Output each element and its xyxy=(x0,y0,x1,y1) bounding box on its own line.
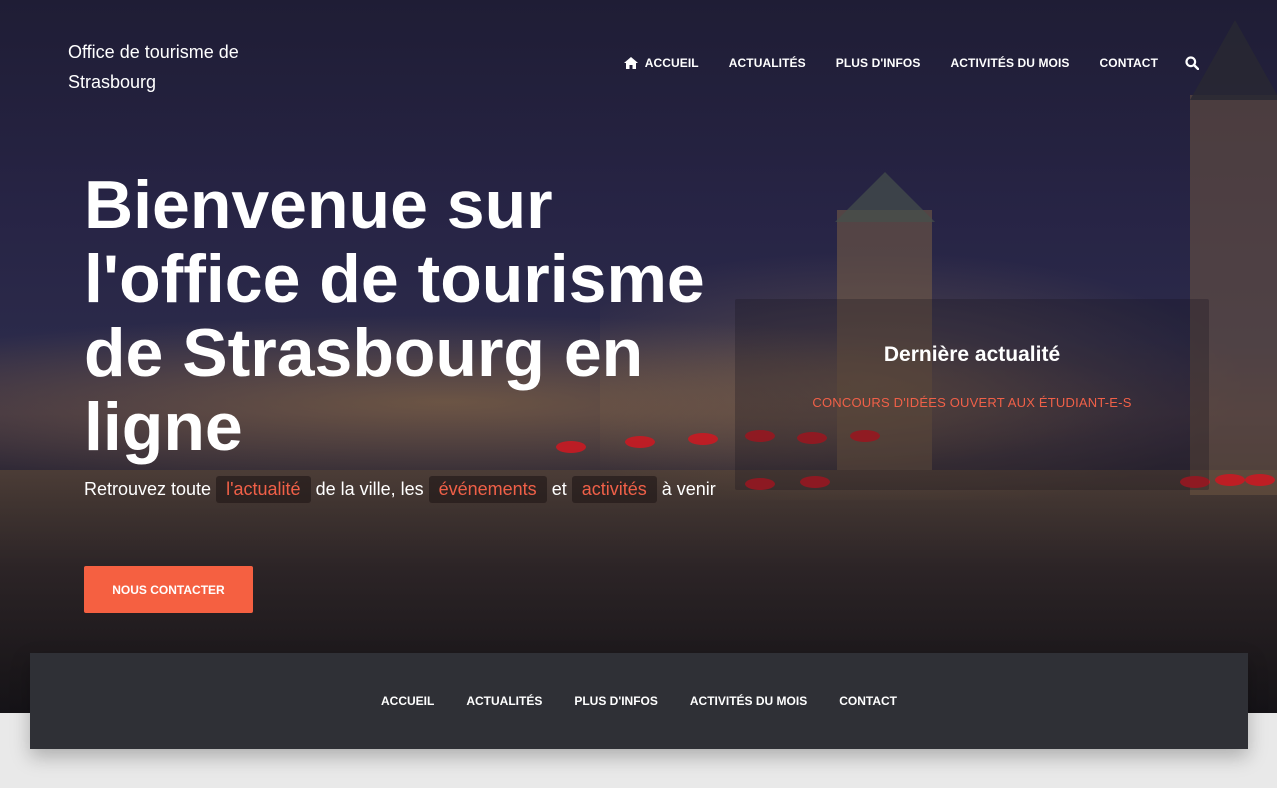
tagline-text: Retrouvez toute xyxy=(84,479,212,499)
main-nav: ACCUEIL ACTUALITÉS PLUS D'INFOS ACTIVITÉ… xyxy=(623,56,1199,70)
nav-item-label: PLUS D'INFOS xyxy=(835,56,921,70)
footer-nav-actualites[interactable]: ACTUALITÉS xyxy=(466,694,542,708)
nav-item-plus-infos[interactable]: PLUS D'INFOS xyxy=(836,56,921,70)
latest-news-panel: Dernière actualité CONCOURS D'IDÉES OUVE… xyxy=(735,299,1209,490)
footer-nav-activites[interactable]: ACTIVITÉS DU MOIS xyxy=(690,694,807,708)
contact-button[interactable]: NOUS CONTACTER xyxy=(84,566,253,613)
nav-item-label: CONTACT xyxy=(1099,56,1158,70)
nav-item-label: ACCUEIL xyxy=(644,56,699,70)
latest-news-title: Dernière actualité xyxy=(883,343,1061,366)
footer-nav-plus-infos[interactable]: PLUS D'INFOS xyxy=(574,694,658,708)
search-icon[interactable] xyxy=(1185,56,1199,70)
lantern-light xyxy=(1245,474,1275,486)
footer-nav: ACCUEIL ACTUALITÉS PLUS D'INFOS ACTIVITÉ… xyxy=(30,653,1248,749)
tagline-text: de la ville, les xyxy=(315,479,424,499)
nav-item-accueil[interactable]: ACCUEIL xyxy=(623,56,699,70)
footer-nav-contact[interactable]: CONTACT xyxy=(839,694,897,708)
hero-headline: Bienvenue sur l'office de tourisme de St… xyxy=(84,167,705,465)
nav-item-activites[interactable]: ACTIVITÉS DU MOIS xyxy=(950,56,1069,70)
nav-item-label: ACTUALITÉS xyxy=(728,56,806,70)
footer-nav-accueil[interactable]: ACCUEIL xyxy=(381,694,434,708)
nav-item-contact[interactable]: CONTACT xyxy=(1100,56,1158,70)
nav-item-actualites[interactable]: ACTUALITÉS xyxy=(729,56,806,70)
tagline-highlight: événements xyxy=(428,476,547,503)
home-icon xyxy=(623,57,638,69)
lantern-light xyxy=(1215,474,1245,486)
nav-item-label: ACTIVITÉS DU MOIS xyxy=(950,56,1070,70)
tower-roof-image xyxy=(1190,20,1277,100)
tagline-text: à venir xyxy=(661,479,716,499)
tagline-text: et xyxy=(551,479,567,499)
latest-news-link[interactable]: CONCOURS D'IDÉES OUVERT AUX ÉTUDIANT-E-S xyxy=(735,395,1209,410)
tagline-highlight: l'actualité xyxy=(216,476,311,503)
tagline-highlight: activités xyxy=(571,476,657,503)
hero-tagline: Retrouvez toute l'actualité de la ville,… xyxy=(84,476,716,503)
tower-roof-image xyxy=(835,172,935,222)
site-brand[interactable]: Office de tourisme de Strasbourg xyxy=(68,37,268,97)
